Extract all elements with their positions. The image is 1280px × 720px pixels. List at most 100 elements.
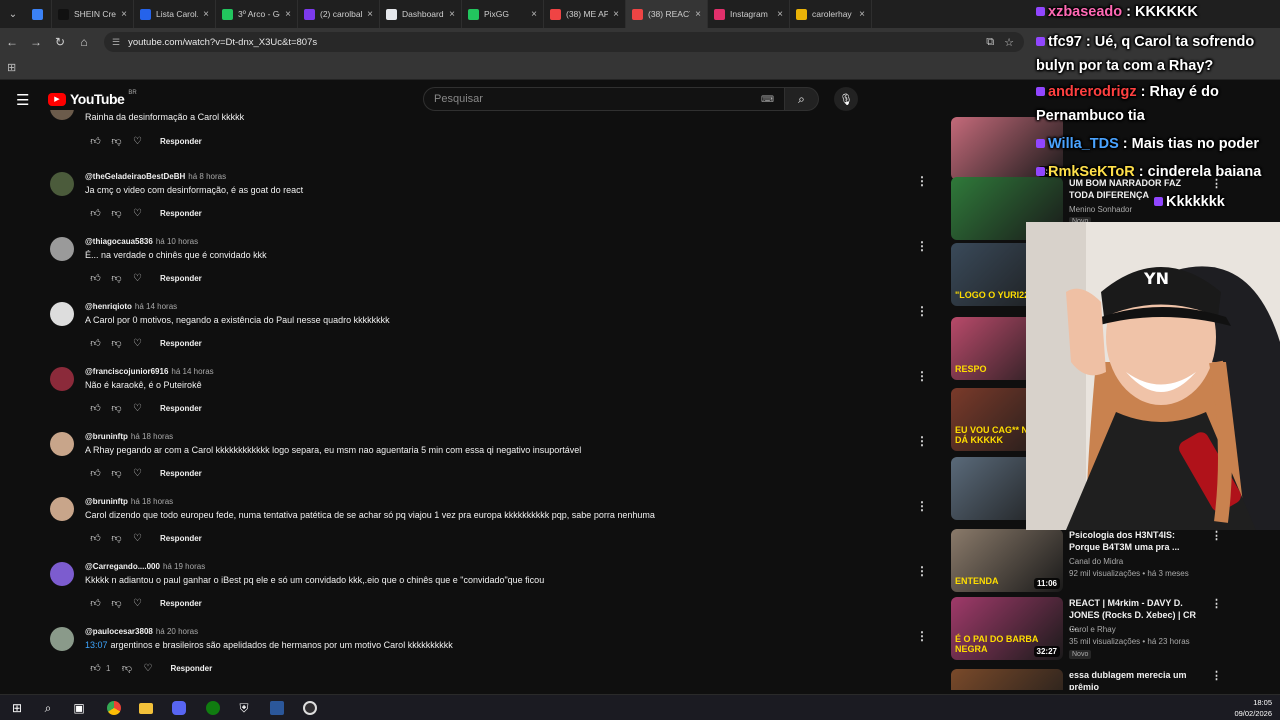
comment-more-icon[interactable]: ⋮ bbox=[916, 564, 928, 578]
comment-time[interactable]: há 19 horas bbox=[163, 562, 205, 571]
channel-name[interactable]: Carol e Rhay bbox=[1069, 625, 1116, 634]
reply-button[interactable]: Responder bbox=[160, 599, 202, 608]
like-icon[interactable]: 👍︎ bbox=[85, 337, 106, 349]
apps-grid-icon[interactable]: ⊞ bbox=[7, 61, 16, 74]
avatar[interactable] bbox=[50, 432, 74, 456]
video-title[interactable]: essa dublagem merecia um prêmio bbox=[1069, 669, 1204, 690]
browser-tab[interactable]: (38) ME APAIX × bbox=[544, 0, 626, 28]
dislike-icon[interactable]: 👎︎ bbox=[106, 467, 127, 479]
comment-author[interactable]: @thiagocaua5836 bbox=[85, 237, 153, 246]
tab-close-icon[interactable]: × bbox=[285, 9, 291, 20]
avatar[interactable] bbox=[50, 627, 74, 651]
bookmark-star-icon[interactable]: ☆ bbox=[1004, 36, 1014, 49]
reload-icon[interactable]: ↻ bbox=[48, 28, 72, 56]
comment-author[interactable]: @bruninftp bbox=[85, 432, 128, 441]
tab-search-icon[interactable]: ⌄ bbox=[0, 0, 26, 28]
chrome-icon[interactable] bbox=[105, 699, 123, 717]
dislike-icon[interactable]: 👎︎ bbox=[106, 337, 127, 349]
voice-search-button[interactable]: 🎙 bbox=[834, 87, 858, 111]
video-thumbnail[interactable] bbox=[951, 669, 1063, 690]
comment-more-icon[interactable]: ⋮ bbox=[916, 174, 928, 188]
browser-tab[interactable]: (38) REACT | M × bbox=[626, 0, 708, 28]
comment-author[interactable]: @franciscojunior6916 bbox=[85, 367, 168, 376]
xbox-icon[interactable] bbox=[204, 699, 222, 717]
dislike-icon[interactable]: 👎︎ bbox=[106, 402, 127, 414]
dislike-icon[interactable]: 👎︎ bbox=[116, 662, 137, 674]
browser-tab[interactable]: Lista Carol.xlsx × bbox=[134, 0, 216, 28]
browser-tab[interactable]: 3º Arco - Goo × bbox=[216, 0, 298, 28]
site-info-icon[interactable]: ☰ bbox=[112, 37, 120, 48]
avatar[interactable] bbox=[50, 110, 74, 120]
dislike-icon[interactable]: 👎︎ bbox=[106, 207, 127, 219]
security-shield-icon[interactable]: ⛨ bbox=[235, 699, 253, 717]
heart-icon[interactable]: ♡ bbox=[127, 468, 148, 479]
chat-username[interactable]: xzbaseado bbox=[1048, 4, 1122, 20]
like-icon[interactable]: 👍︎ bbox=[85, 467, 106, 479]
browser-tab[interactable]: carolerhay | C × bbox=[790, 0, 872, 28]
url-text[interactable]: youtube.com/watch?v=Dt-dnx_X3Uc&t=807s bbox=[128, 37, 317, 48]
avatar[interactable] bbox=[50, 237, 74, 261]
avatar[interactable] bbox=[50, 562, 74, 586]
system-clock[interactable]: 18:05 09/02/2026 bbox=[1234, 697, 1272, 719]
comment-author[interactable]: @bruninftp bbox=[85, 497, 128, 506]
home-icon[interactable]: ⌂ bbox=[72, 28, 96, 56]
comment-more-icon[interactable]: ⋮ bbox=[916, 434, 928, 448]
comment-author[interactable]: @Carregando....000 bbox=[85, 562, 160, 571]
dislike-icon[interactable]: 👎︎ bbox=[106, 532, 127, 544]
obs-icon[interactable] bbox=[301, 699, 319, 717]
tab-close-icon[interactable]: × bbox=[367, 9, 373, 20]
avatar[interactable] bbox=[50, 302, 74, 326]
heart-icon[interactable]: ♡ bbox=[127, 273, 148, 284]
recommended-video[interactable]: essa dublagem merecia um prêmio ⋮ bbox=[951, 669, 1222, 690]
browser-tab[interactable]: SHEIN Creato × bbox=[52, 0, 134, 28]
video-thumbnail[interactable]: ENTENDA 11:06 bbox=[951, 529, 1063, 592]
hamburger-menu-icon[interactable]: ☰ bbox=[16, 91, 29, 109]
tab-close-icon[interactable]: × bbox=[449, 9, 455, 20]
address-bar[interactable]: ☰ youtube.com/watch?v=Dt-dnx_X3Uc&t=807s… bbox=[104, 32, 1024, 52]
avatar[interactable] bbox=[50, 367, 74, 391]
comment-author[interactable]: @theGeladeiraoBestDeBH bbox=[85, 172, 185, 181]
avatar[interactable] bbox=[50, 497, 74, 521]
chat-username[interactable]: RmkSeKToR bbox=[1048, 164, 1135, 180]
avatar[interactable] bbox=[50, 172, 74, 196]
youtube-logo[interactable]: ▶ YouTube BR bbox=[48, 90, 137, 107]
comment-time[interactable]: há 8 horas bbox=[188, 172, 226, 181]
like-icon[interactable]: 👍︎ bbox=[85, 135, 106, 147]
chat-username[interactable]: Willa_TDS bbox=[1048, 136, 1119, 152]
windows-start-icon[interactable]: ⊞ bbox=[8, 699, 26, 717]
reply-button[interactable]: Responder bbox=[160, 274, 202, 283]
heart-icon[interactable]: ♡ bbox=[127, 136, 148, 147]
chat-username[interactable]: tfc97 bbox=[1048, 34, 1082, 50]
tab-close-icon[interactable]: × bbox=[203, 9, 209, 20]
heart-icon[interactable]: ♡ bbox=[127, 533, 148, 544]
heart-icon[interactable]: ♡ bbox=[127, 598, 148, 609]
heart-icon[interactable]: ♡ bbox=[127, 338, 148, 349]
reply-button[interactable]: Responder bbox=[160, 209, 202, 218]
comment-author[interactable]: @henriqioto bbox=[85, 302, 132, 311]
like-icon[interactable]: 👍︎ bbox=[85, 402, 106, 414]
word-icon[interactable] bbox=[268, 699, 286, 717]
keyboard-icon[interactable]: ⌨ bbox=[761, 94, 774, 105]
channel-name[interactable]: Canal do Midra bbox=[1069, 557, 1123, 566]
like-icon[interactable]: 👍︎ bbox=[85, 532, 106, 544]
recommended-video[interactable]: ENTENDA 11:06 Psicologia dos H3NT4IS: Porq… bbox=[951, 529, 1222, 593]
reply-button[interactable]: Responder bbox=[160, 534, 202, 543]
tab-close-icon[interactable]: × bbox=[777, 9, 783, 20]
chat-username[interactable]: andrerodrigz bbox=[1048, 84, 1137, 100]
comment-time[interactable]: há 20 horas bbox=[156, 627, 198, 636]
browser-tab[interactable]: (2) carolbalds × bbox=[298, 0, 380, 28]
heart-icon[interactable]: ♡ bbox=[127, 208, 148, 219]
comment-more-icon[interactable]: ⋮ bbox=[916, 369, 928, 383]
heart-icon[interactable]: ♡ bbox=[137, 663, 158, 674]
comment-more-icon[interactable]: ⋮ bbox=[916, 629, 928, 643]
reply-button[interactable]: Responder bbox=[160, 469, 202, 478]
dislike-icon[interactable]: 👎︎ bbox=[106, 272, 127, 284]
tab-close-icon[interactable]: × bbox=[531, 9, 537, 20]
like-icon[interactable]: 👍︎ bbox=[85, 662, 106, 674]
comment-more-icon[interactable]: ⋮ bbox=[916, 499, 928, 513]
tab-close-icon[interactable]: × bbox=[613, 9, 619, 20]
comment-time[interactable]: há 14 horas bbox=[135, 302, 177, 311]
back-icon[interactable]: ← bbox=[0, 28, 24, 56]
reply-button[interactable]: Responder bbox=[160, 339, 202, 348]
reply-button[interactable]: Responder bbox=[170, 664, 212, 673]
